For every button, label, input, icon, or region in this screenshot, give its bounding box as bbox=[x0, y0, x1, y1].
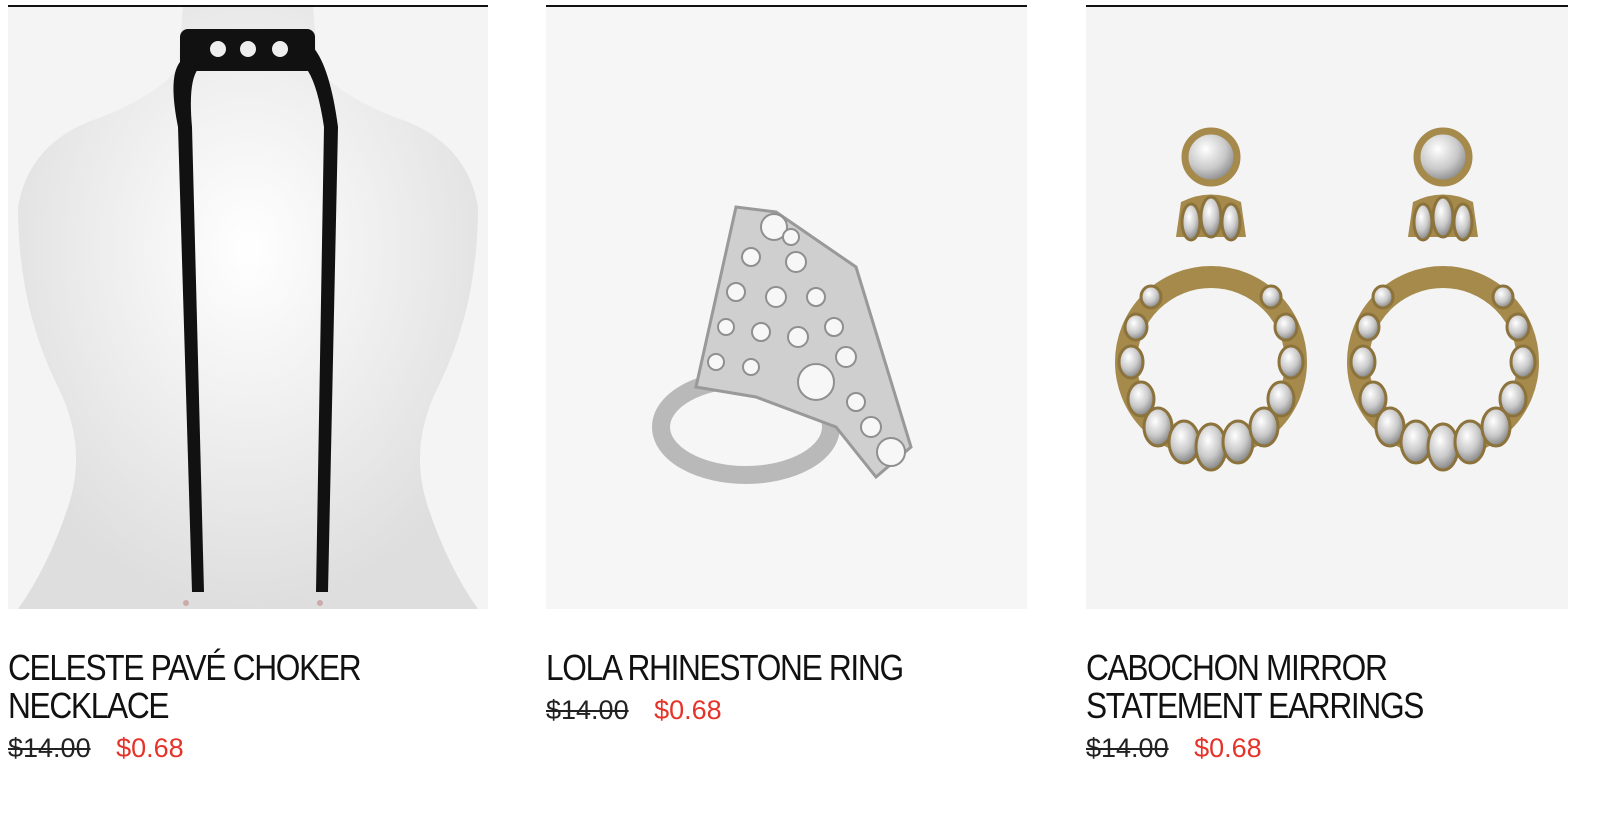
sale-price: $0.68 bbox=[1194, 733, 1262, 763]
product-card[interactable]: CELESTE PAVÉ CHOKER NECKLACE $14.00 $0.6… bbox=[8, 0, 488, 765]
product-image-link[interactable] bbox=[8, 7, 488, 609]
product-title-line[interactable]: STATEMENT EARRINGS bbox=[1086, 687, 1579, 725]
choker-necklace-image[interactable] bbox=[8, 7, 488, 609]
product-title-line[interactable]: CABOCHON MIRROR bbox=[1086, 649, 1579, 687]
product-title[interactable]: CABOCHON MIRROR STATEMENT EARRINGS bbox=[1086, 649, 1579, 725]
sale-price: $0.68 bbox=[654, 695, 722, 725]
rhinestone-ring-image[interactable] bbox=[546, 7, 1027, 609]
mannequin-illustration bbox=[8, 7, 488, 609]
product-price: $14.00 $0.68 bbox=[546, 693, 1027, 727]
product-title[interactable]: CELESTE PAVÉ CHOKER NECKLACE bbox=[8, 649, 501, 725]
original-price: $14.00 bbox=[1086, 733, 1169, 763]
product-image-link[interactable] bbox=[1086, 7, 1568, 609]
product-title-line[interactable]: LOLA RHINESTONE RING bbox=[546, 649, 1039, 687]
statement-earrings-image[interactable] bbox=[1086, 7, 1568, 609]
original-price: $14.00 bbox=[8, 733, 91, 763]
product-price: $14.00 $0.68 bbox=[1086, 731, 1568, 765]
product-card[interactable]: LOLA RHINESTONE RING $14.00 $0.68 bbox=[546, 0, 1027, 727]
product-price: $14.00 $0.68 bbox=[8, 731, 488, 765]
product-card[interactable]: CABOCHON MIRROR STATEMENT EARRINGS $14.0… bbox=[1086, 0, 1568, 765]
product-grid: CELESTE PAVÉ CHOKER NECKLACE $14.00 $0.6… bbox=[0, 0, 1616, 816]
earrings-illustration bbox=[1086, 7, 1568, 609]
product-title-line[interactable]: NECKLACE bbox=[8, 687, 501, 725]
sale-price: $0.68 bbox=[116, 733, 184, 763]
product-image-link[interactable] bbox=[546, 7, 1027, 609]
product-title[interactable]: LOLA RHINESTONE RING bbox=[546, 649, 1039, 687]
original-price: $14.00 bbox=[546, 695, 629, 725]
ring-illustration bbox=[546, 7, 1027, 609]
product-title-line[interactable]: CELESTE PAVÉ CHOKER bbox=[8, 649, 501, 687]
